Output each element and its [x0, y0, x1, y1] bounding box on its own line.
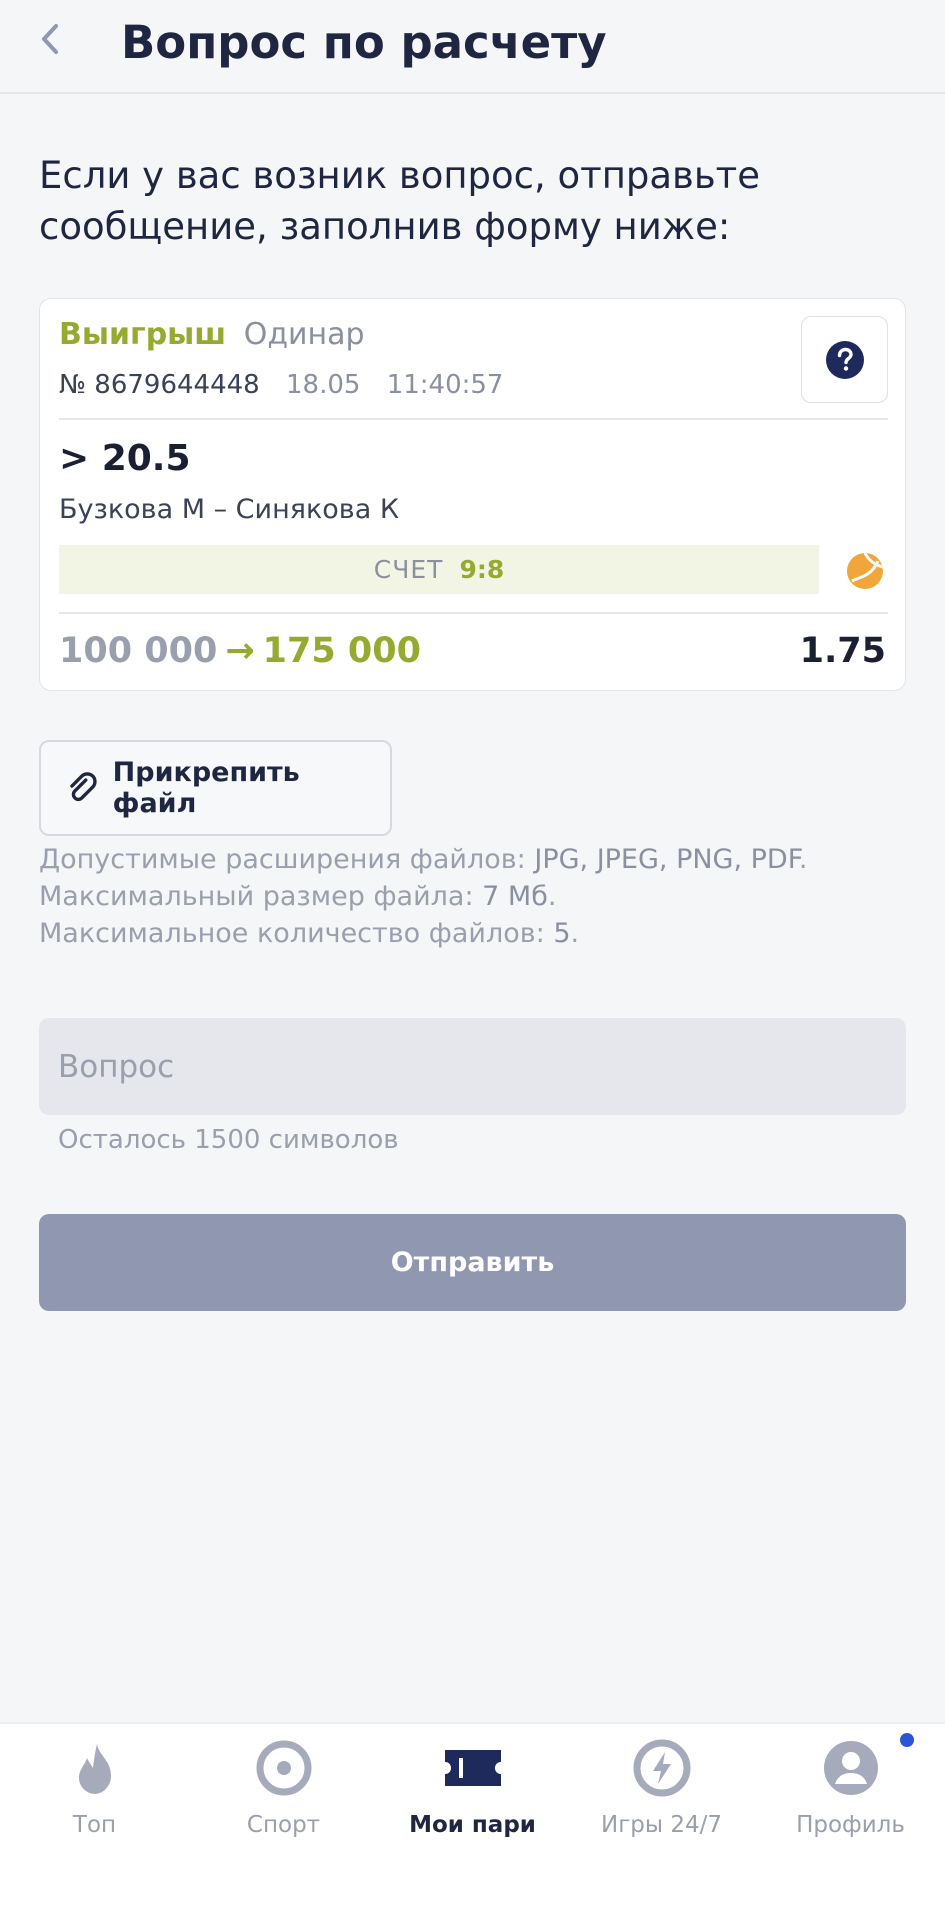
help-button[interactable] [801, 316, 888, 403]
tab-profile[interactable]: Профиль [756, 1724, 945, 1864]
attach-file-label: Прикрепить файл [112, 757, 300, 819]
tennis-ball-icon [847, 552, 884, 589]
attach-file-button[interactable]: Прикрепить файл [39, 740, 392, 836]
divider [59, 612, 888, 614]
paperclip-icon [70, 772, 97, 802]
file-rule-size: Максимальный размер файла: 7 Мб. [39, 881, 557, 912]
bet-outcome: > 20.5 [59, 438, 191, 479]
score-label: СЧЕТ [373, 555, 444, 584]
bet-date: 18.05 [286, 370, 361, 400]
score-bar: СЧЕТ 9:8 [59, 545, 819, 594]
header: Вопрос по расчету [0, 0, 945, 94]
tab-label: Спорт [246, 1812, 321, 1838]
rule-value: JPG, JPEG, PNG, PDF [534, 844, 799, 875]
target-icon [256, 1740, 311, 1796]
question-input[interactable] [39, 1018, 906, 1115]
tab-top[interactable]: Топ [0, 1724, 189, 1864]
rule-label: Максимальный размер файла: [39, 881, 483, 912]
bet-odds: 1.75 [799, 631, 886, 671]
score-value: 9:8 [459, 555, 505, 584]
tab-my-bets[interactable]: Мои пари [378, 1724, 567, 1864]
chevron-left-icon [42, 24, 58, 54]
bet-event: Бузкова М – Синякова К [59, 494, 400, 525]
user-icon [823, 1741, 878, 1795]
rule-label: Максимальное количество файлов: [39, 918, 554, 949]
tab-games[interactable]: Игры 24/7 [567, 1724, 756, 1864]
char-counter: Осталось 1500 символов [58, 1125, 399, 1155]
tab-label: Мои пари [409, 1812, 536, 1838]
bet-status: Выигрыш Одинар [59, 315, 365, 355]
ticket-icon [444, 1750, 501, 1786]
bet-number: № 8679644448 [59, 370, 260, 400]
tab-label: Игры 24/7 [600, 1812, 722, 1838]
bet-amounts: 100 000 → 175 000 [59, 628, 421, 674]
page-title: Вопрос по расчету [121, 16, 607, 69]
bet-type: Одинар [243, 317, 365, 352]
file-rules: Допустимые расширения файлов: JPG, JPEG,… [39, 841, 899, 952]
tab-sport[interactable]: Спорт [189, 1724, 378, 1864]
question-circle-icon [825, 340, 864, 379]
bottom-tab-bar: Топ Спорт Мои пари Игры 24/7 Профиль [0, 1722, 945, 1920]
rule-value: 5 [553, 918, 571, 949]
file-rule-count: Максимальное количество файлов: 5. [39, 918, 580, 949]
file-rule-extensions: Допустимые расширения файлов: JPG, JPEG,… [39, 844, 808, 875]
rule-value: 7 Мб [482, 881, 548, 912]
notification-dot [900, 1733, 914, 1747]
divider [59, 418, 888, 420]
intro-line-2: сообщение, заполнив форму ниже: [39, 205, 731, 248]
bet-payout: 175 000 [262, 631, 421, 671]
intro-text: Если у вас возник вопрос, отправьте сооб… [39, 150, 899, 252]
arrow-right-icon: → [225, 631, 255, 671]
back-button[interactable] [28, 14, 72, 64]
tab-label: Топ [72, 1812, 117, 1838]
bet-time: 11:40:57 [386, 370, 504, 400]
bet-result: Выигрыш [59, 317, 227, 352]
bet-card: Выигрыш Одинар № 8679644448 18.05 11:40:… [39, 298, 906, 691]
flame-icon [78, 1744, 111, 1794]
bet-meta: № 8679644448 18.05 11:40:57 [59, 367, 503, 403]
rule-label: Допустимые расширения файлов: [39, 844, 535, 875]
lightning-icon [633, 1739, 690, 1797]
tab-label: Профиль [796, 1812, 905, 1838]
bet-stake: 100 000 [59, 631, 218, 671]
intro-line-1: Если у вас возник вопрос, отправьте [39, 154, 760, 197]
submit-button[interactable]: Отправить [39, 1214, 906, 1311]
